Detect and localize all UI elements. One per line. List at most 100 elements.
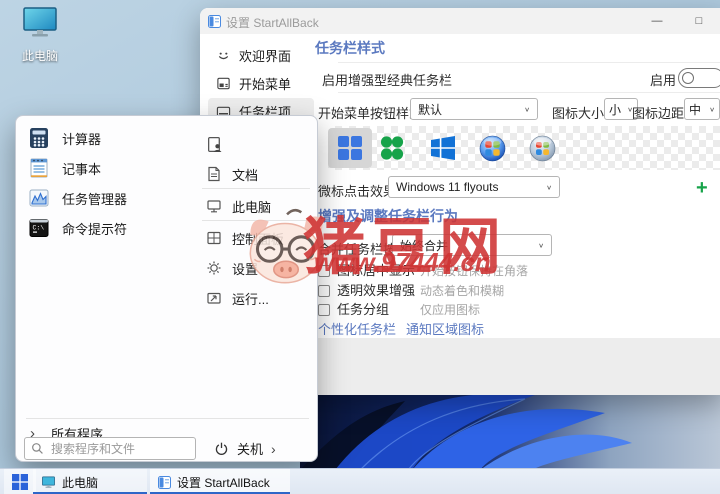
computer-monitor-icon	[20, 6, 60, 40]
toggle-knob	[682, 72, 694, 84]
desktop-icon-label: 此电脑	[8, 47, 72, 64]
user-folder-icon	[206, 136, 223, 153]
control-panel-icon	[206, 230, 222, 246]
computer-monitor-icon	[41, 476, 56, 489]
checkbox-label: 任务分组	[337, 302, 389, 317]
shutdown-button[interactable]: 关机 ›	[214, 437, 276, 460]
checkbox-secondary[interactable]: 仅应用图标	[420, 301, 480, 318]
logo-option-windows-11[interactable]	[328, 128, 372, 168]
taskbar-item-startallback[interactable]: 设置 StartAllBack	[150, 469, 290, 494]
sidebar-item-welcome[interactable]: 欢迎界面	[208, 42, 314, 68]
item-label: 计算器	[62, 129, 101, 148]
chevron-down-icon: ∨	[546, 183, 552, 190]
icon-margin-label: 图标边距	[632, 103, 684, 122]
search-icon	[31, 442, 44, 455]
select-value: 小	[609, 101, 621, 118]
start-menu: 计算器 记事本 任务管理器 C:\	[15, 115, 318, 462]
notepad-icon	[28, 157, 50, 179]
power-icon	[214, 441, 229, 456]
taskbar: 此电脑 设置 StartAllBack	[0, 468, 720, 494]
start-button[interactable]	[4, 469, 36, 494]
sidebar-item-start-menu[interactable]: 开始菜单	[208, 70, 314, 96]
logo-picker-strip	[328, 126, 720, 170]
settings-gear-icon	[206, 260, 222, 276]
startallback-logo-icon	[379, 135, 405, 161]
start-menu-item-command-prompt[interactable]: C:\ 命令提示符	[28, 214, 127, 242]
computer-icon	[206, 198, 222, 214]
enable-classic-taskbar-label: 启用增强型经典任务栏	[322, 70, 452, 89]
select-value: 中	[689, 101, 701, 118]
windows-8-logo-icon	[430, 135, 456, 161]
checkbox-secondary[interactable]: 动态着色和模糊	[420, 282, 504, 299]
start-menu-item-documents[interactable]: 文档	[206, 162, 258, 186]
wallpaper-bloom	[300, 385, 720, 470]
desktop-icon-this-pc[interactable]: 此电脑	[8, 6, 72, 64]
desktop: 此电脑 设置 StartAllBack — □ 欢迎界面 开始菜单	[0, 0, 720, 494]
checkbox-secondary[interactable]: 开始按钮保持在角落	[420, 262, 528, 279]
page-title: 任务栏样式	[315, 38, 385, 58]
divider	[338, 92, 720, 93]
start-menu-item-control-panel[interactable]: 控制面板	[206, 226, 284, 250]
run-icon	[206, 290, 222, 306]
logo-option-windows-vista[interactable]	[520, 128, 564, 168]
behavior-section-heading: 增强及调整任务栏行为	[318, 206, 458, 226]
taskbar-item-this-pc[interactable]: 此电脑	[33, 469, 147, 494]
link-personalize-taskbar[interactable]: 个性化任务栏	[318, 319, 396, 338]
search-input[interactable]	[49, 441, 189, 457]
item-label: 文档	[232, 165, 258, 184]
windows-7-orb-icon	[479, 135, 506, 162]
select-value: 始终合并	[400, 237, 448, 254]
item-label: 控制面板	[232, 229, 284, 248]
icon-margin-select[interactable]: 中 ∨	[684, 98, 720, 120]
minimize-button[interactable]: —	[640, 8, 674, 34]
start-menu-item-user-folder[interactable]	[206, 132, 233, 156]
chevron-down-icon: ∨	[538, 241, 544, 248]
item-label: 运行...	[232, 289, 269, 308]
search-box[interactable]	[24, 437, 196, 460]
item-label: 记事本	[62, 159, 101, 178]
window-title: 设置 StartAllBack	[226, 14, 319, 31]
start-menu-item-run[interactable]: 运行...	[206, 286, 269, 310]
startallback-settings-icon	[158, 476, 171, 489]
maximize-button[interactable]: □	[682, 8, 716, 34]
add-effect-button[interactable]: +	[696, 178, 708, 198]
logo-option-windows-8[interactable]	[421, 128, 465, 168]
start-menu-item-calculator[interactable]: 计算器	[28, 124, 101, 152]
checkbox-icon[interactable]	[318, 304, 330, 316]
icon-size-label: 图标大小	[552, 103, 604, 122]
start-menu-item-notepad[interactable]: 记事本	[28, 154, 101, 182]
item-label: 命令提示符	[62, 219, 127, 238]
shutdown-label: 关机	[237, 439, 263, 458]
chevron-right-icon: ›	[271, 441, 276, 457]
logo-click-effect-select[interactable]: Windows 11 flyouts ∨	[388, 176, 560, 198]
sidebar-item-label: 欢迎界面	[239, 46, 291, 65]
divider	[26, 418, 309, 419]
start-button-style-select[interactable]: 默认 ∨	[410, 98, 538, 120]
app-icon	[208, 15, 221, 28]
link-notification-area-icons[interactable]: 通知区域图标	[406, 319, 484, 338]
checkbox-icon[interactable]	[318, 285, 330, 297]
divider	[202, 220, 310, 221]
start-menu-item-this-pc[interactable]: 此电脑	[206, 194, 271, 218]
logo-option-windows-7[interactable]	[470, 128, 514, 168]
checkbox-label: 图标居中显示	[337, 263, 415, 278]
checkbox-icon[interactable]	[318, 265, 330, 277]
windows-vista-orb-icon	[529, 135, 556, 162]
enable-toggle[interactable]	[678, 68, 720, 88]
item-label: 设置	[232, 259, 258, 278]
logo-option-startallback[interactable]	[370, 128, 414, 168]
checkbox-row-center-icons[interactable]: 图标居中显示	[318, 260, 415, 279]
svg-text:C:\: C:\	[33, 225, 45, 232]
item-label: 任务管理器	[62, 189, 127, 208]
item-label: 此电脑	[232, 197, 271, 216]
start-menu-item-task-manager[interactable]: 任务管理器	[28, 184, 127, 212]
divider	[202, 188, 310, 189]
divider	[338, 62, 720, 63]
taskbar-item-label: 设置 StartAllBack	[177, 474, 270, 491]
start-menu-item-settings[interactable]: 设置	[206, 256, 258, 280]
taskbar-item-label: 此电脑	[62, 474, 98, 491]
select-value: 默认	[418, 101, 442, 118]
checkbox-row-task-grouping[interactable]: 任务分组	[318, 299, 389, 318]
checkbox-row-transparency[interactable]: 透明效果增强	[318, 280, 415, 299]
combine-buttons-select[interactable]: 始终合并 ∨	[392, 234, 552, 256]
